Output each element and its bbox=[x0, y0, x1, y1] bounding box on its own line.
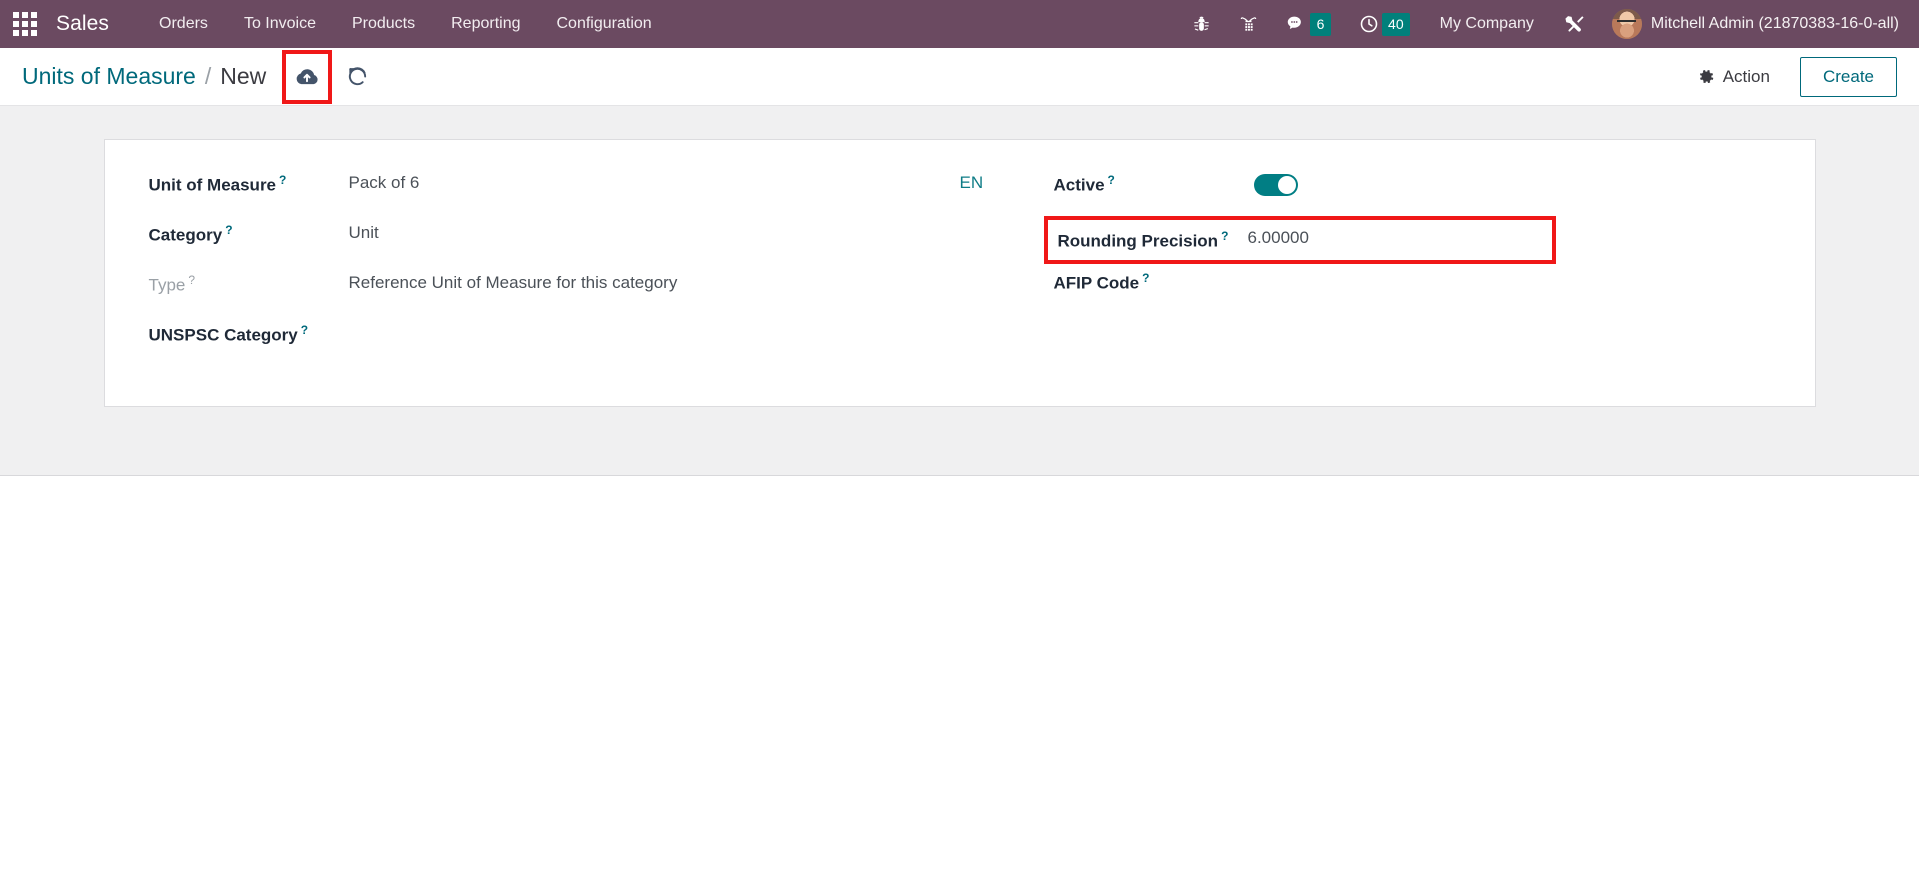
cloud-upload-icon bbox=[296, 68, 318, 84]
help-icon-category[interactable]: ? bbox=[225, 223, 232, 237]
help-icon-unspsc-category[interactable]: ? bbox=[301, 323, 308, 337]
menu-item-products[interactable]: Products bbox=[334, 7, 433, 41]
menu-item-configuration[interactable]: Configuration bbox=[539, 7, 670, 41]
breadcrumb: Units of Measure / New bbox=[22, 63, 266, 90]
messages-badge-count: 6 bbox=[1310, 12, 1332, 36]
app-brand-sales[interactable]: Sales bbox=[44, 12, 115, 36]
menu-item-reporting[interactable]: Reporting bbox=[433, 7, 538, 41]
tools-icon[interactable] bbox=[1550, 0, 1600, 48]
field-label-active: Active? bbox=[1053, 173, 1115, 195]
form-column-left: Unit of Measure? Pack of 6 Category? Uni… bbox=[149, 166, 960, 372]
clock-icon bbox=[1360, 15, 1378, 33]
company-switcher[interactable]: My Company bbox=[1424, 15, 1550, 33]
field-unspsc-category: UNSPSC Category? bbox=[149, 316, 930, 366]
page-blank-area bbox=[0, 476, 1919, 887]
active-toggle[interactable] bbox=[1253, 174, 1298, 196]
breadcrumb-separator: / bbox=[204, 63, 212, 89]
field-value-rounding-precision[interactable]: 6.00000 bbox=[1248, 228, 1309, 252]
user-name-label: Mitchell Admin (21870383-16-0-all) bbox=[1650, 15, 1899, 32]
field-category: Category? Unit bbox=[149, 216, 930, 266]
field-value-unit-of-measure[interactable]: Pack of 6 bbox=[349, 169, 420, 193]
control-panel-right: Action Create bbox=[1694, 56, 1897, 97]
rounding-precision-field: Rounding Precision? 6.00000 bbox=[1043, 216, 1556, 264]
main-menu: Orders To Invoice Products Reporting Con… bbox=[141, 7, 670, 41]
messages-counter[interactable]: 6 bbox=[1272, 0, 1345, 48]
field-type: Type? Reference Unit of Measure for this… bbox=[149, 266, 930, 316]
field-label-type: Type? bbox=[148, 273, 196, 295]
field-active: Active? bbox=[1054, 166, 1771, 216]
breadcrumb-root-units-of-measure[interactable]: Units of Measure bbox=[22, 63, 196, 90]
form-column-right: EN Active? Rounding Precision? 6.00000 A… bbox=[960, 166, 1771, 372]
help-icon-type[interactable]: ? bbox=[188, 273, 195, 287]
action-button-label: Action bbox=[1722, 66, 1770, 86]
field-afip-code: AFIP Code? bbox=[1054, 264, 1771, 314]
field-label-category: Category? bbox=[148, 223, 233, 245]
avatar bbox=[1611, 9, 1642, 39]
discard-button[interactable] bbox=[346, 65, 369, 88]
record-actions bbox=[282, 49, 369, 104]
top-navbar: Sales Orders To Invoice Products Reporti… bbox=[0, 0, 1919, 48]
dialpad-icon[interactable] bbox=[1225, 0, 1272, 48]
save-button-highlight-wrapper bbox=[282, 49, 333, 104]
chat-bubble-icon bbox=[1287, 16, 1301, 29]
create-button[interactable]: Create bbox=[1799, 56, 1897, 97]
field-label-afip-code: AFIP Code? bbox=[1053, 271, 1150, 293]
navbar-right-tools: 6 40 My Company Mitchell Admin (21870383… bbox=[1178, 0, 1905, 48]
help-icon-unit-of-measure[interactable]: ? bbox=[279, 173, 286, 187]
field-label-unit-of-measure: Unit of Measure? bbox=[148, 173, 287, 195]
save-button[interactable] bbox=[294, 64, 320, 90]
help-icon-afip-code[interactable]: ? bbox=[1142, 271, 1149, 285]
undo-icon bbox=[349, 67, 367, 86]
activities-counter[interactable]: 40 bbox=[1345, 0, 1424, 48]
field-unit-of-measure: Unit of Measure? Pack of 6 bbox=[149, 166, 930, 216]
apps-grid-icon[interactable] bbox=[6, 5, 44, 43]
active-toggle-knob bbox=[1277, 176, 1296, 194]
help-icon-active[interactable]: ? bbox=[1108, 173, 1115, 187]
control-panel: Units of Measure / New Action Create bbox=[0, 48, 1919, 106]
action-button[interactable]: Action bbox=[1694, 61, 1774, 93]
field-value-category[interactable]: Unit bbox=[349, 219, 379, 243]
bug-icon[interactable] bbox=[1178, 0, 1225, 48]
form-content-area: Unit of Measure? Pack of 6 Category? Uni… bbox=[0, 106, 1919, 476]
field-label-unspsc-category: UNSPSC Category? bbox=[148, 323, 309, 345]
gear-icon bbox=[1699, 70, 1713, 84]
field-value-type: Reference Unit of Measure for this categ… bbox=[348, 273, 678, 292]
menu-item-to-invoice[interactable]: To Invoice bbox=[226, 7, 334, 41]
language-badge-en[interactable]: EN bbox=[960, 173, 984, 193]
activities-badge-count: 40 bbox=[1382, 12, 1410, 36]
record-sheet: Unit of Measure? Pack of 6 Category? Uni… bbox=[103, 139, 1816, 407]
user-menu[interactable]: Mitchell Admin (21870383-16-0-all) bbox=[1600, 9, 1905, 39]
field-label-rounding-precision: Rounding Precision? bbox=[1057, 228, 1229, 251]
menu-item-orders[interactable]: Orders bbox=[141, 7, 226, 41]
breadcrumb-current-new: New bbox=[220, 63, 267, 89]
help-icon-rounding-precision[interactable]: ? bbox=[1221, 229, 1228, 243]
